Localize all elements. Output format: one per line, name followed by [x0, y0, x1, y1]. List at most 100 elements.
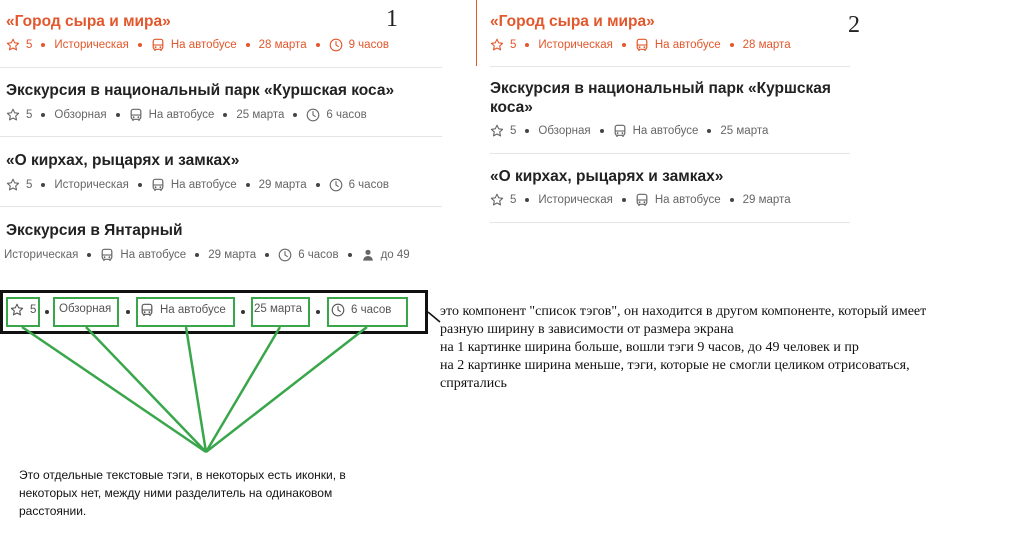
tour-title[interactable]: Экскурсия в Янтарный [0, 221, 183, 240]
demo-tag-rating: 5 [10, 303, 36, 317]
tour-title[interactable]: Экскурсия в национальный парк «Куршская … [484, 79, 840, 117]
connector-line [204, 326, 282, 453]
bus-icon [140, 303, 154, 317]
tag-separator [315, 183, 320, 187]
tag-type: Историческая [4, 249, 79, 261]
tag-transport: На автобусе [100, 248, 186, 262]
person-icon [361, 248, 375, 262]
tour-title[interactable]: «Город сыра и мира» [0, 12, 171, 31]
tour-title[interactable]: «О кирхах, рыцарях и замках» [0, 151, 239, 170]
tag-list: 5 Обзорная На автобусе 25 марта [490, 124, 768, 138]
tag-separator [45, 310, 49, 314]
tour-title[interactable]: «О кирхах, рыцарях и замках» [484, 167, 723, 186]
tag-transport: На автобусе [151, 178, 237, 192]
tag-list: 5 Историческая На автобусе 28 марта 9 ча… [6, 38, 389, 52]
tag-people: до 49 [361, 248, 410, 262]
demo-tag-transport: На автобусе [140, 303, 226, 317]
tag-date: 25 марта [720, 125, 769, 137]
tag-separator [525, 198, 530, 202]
tag-separator [347, 253, 352, 257]
tag-separator [293, 113, 298, 117]
tag-separator [707, 129, 712, 133]
star-icon [6, 108, 20, 122]
star-icon [490, 38, 504, 52]
tag-list: 5 Обзорная На автобусе 25 марта 6 часов [6, 108, 367, 122]
tour-title[interactable]: «Город сыра и мира» [484, 12, 655, 31]
bus-icon [635, 193, 649, 207]
connector-line [205, 326, 368, 453]
tour-card[interactable]: Экскурсия в национальный парк «Куршская … [0, 68, 442, 137]
star-icon [490, 124, 504, 138]
demo-tag-date: 25 марта [254, 303, 302, 315]
tag-separator [621, 198, 626, 202]
tag-duration: 9 часов [329, 38, 389, 52]
connector-line [184, 326, 208, 453]
bus-icon [635, 38, 649, 52]
tag-list: Историческая На автобусе 29 марта 6 часо… [4, 248, 410, 262]
tag-date: 29 марта [258, 179, 307, 191]
demo-tag-duration: 6 часов [331, 303, 391, 317]
tour-card[interactable]: «О кирхах, рыцарях и замках» 5 Историчес… [0, 137, 442, 207]
tag-separator [729, 43, 734, 47]
tag-type: Историческая [54, 39, 129, 51]
bus-icon [151, 178, 165, 192]
star-icon [490, 193, 504, 207]
tag-separator [41, 113, 46, 117]
tour-card[interactable]: «О кирхах, рыцарях и замках» 5 Историчес… [477, 153, 851, 222]
tour-list-narrow-items: «Город сыра и мира» 5 Историческая На ав… [477, 0, 851, 223]
tag-rating: 5 [6, 108, 32, 122]
tag-type: Обзорная [54, 109, 107, 121]
demo-tag-type: Обзорная [59, 303, 112, 315]
clock-icon [331, 303, 345, 317]
tag-transport: На автобусе [151, 38, 237, 52]
star-icon [10, 303, 24, 317]
tour-card[interactable]: «Город сыра и мира» 5 Историческая На ав… [0, 0, 442, 68]
bus-icon [129, 108, 143, 122]
tag-type: Историческая [538, 39, 613, 51]
tag-type: Обзорная [538, 125, 591, 137]
tag-separator [115, 113, 120, 117]
tag-separator [525, 43, 530, 47]
connector-line [21, 325, 207, 454]
tag-separator [126, 310, 130, 314]
pointer-line [427, 311, 441, 323]
tag-list: 5 Историческая На автобусе 28 марта [490, 38, 791, 52]
tour-title[interactable]: Экскурсия в национальный парк «Куршская … [0, 81, 394, 100]
tag-date: 29 марта [742, 194, 791, 206]
tag-rating: 5 [6, 38, 32, 52]
tag-date: 25 марта [236, 109, 285, 121]
tag-separator [265, 253, 270, 257]
tag-separator [245, 43, 250, 47]
tag-transport: На автобусе [129, 108, 214, 122]
tag-duration: 6 часов [329, 178, 389, 192]
tour-list-wide: 1 «Город сыра и мира» 5 Историческая На … [0, 0, 442, 273]
tour-card[interactable]: Экскурсия в национальный парк «Куршская … [477, 66, 851, 153]
tag-separator [316, 310, 320, 314]
tag-separator [241, 310, 245, 314]
tag-separator [315, 43, 320, 47]
star-icon [6, 178, 20, 192]
connector-line [85, 326, 207, 453]
tag-transport: На автобусе [613, 124, 698, 138]
annotation-note-component: это компонент "список тэгов", он находит… [440, 304, 927, 391]
tag-separator [137, 43, 142, 47]
tag-date: 28 марта [258, 39, 307, 51]
tag-separator [41, 183, 46, 187]
tag-type: Историческая [54, 179, 129, 191]
tag-duration: 6 часов [306, 108, 367, 122]
annotation-note-tags: Это отдельные текстовые тэги, в некоторы… [19, 468, 346, 518]
tag-separator [223, 113, 228, 117]
tag-list: 5 Историческая На автобусе 29 марта [490, 193, 791, 207]
bus-icon [100, 248, 114, 262]
clock-icon [329, 178, 343, 192]
tag-separator [195, 253, 200, 257]
tour-card[interactable]: «Город сыра и мира» 5 Историческая На ав… [477, 0, 851, 66]
clock-icon [278, 248, 292, 262]
tag-separator [87, 253, 92, 257]
tag-type: Историческая [538, 194, 613, 206]
tag-rating: 5 [6, 178, 32, 192]
tag-date: 28 марта [742, 39, 791, 51]
tag-rating: 5 [490, 193, 516, 207]
tag-separator [729, 198, 734, 202]
tour-card[interactable]: Экскурсия в Янтарный Историческая На авт… [0, 207, 442, 273]
